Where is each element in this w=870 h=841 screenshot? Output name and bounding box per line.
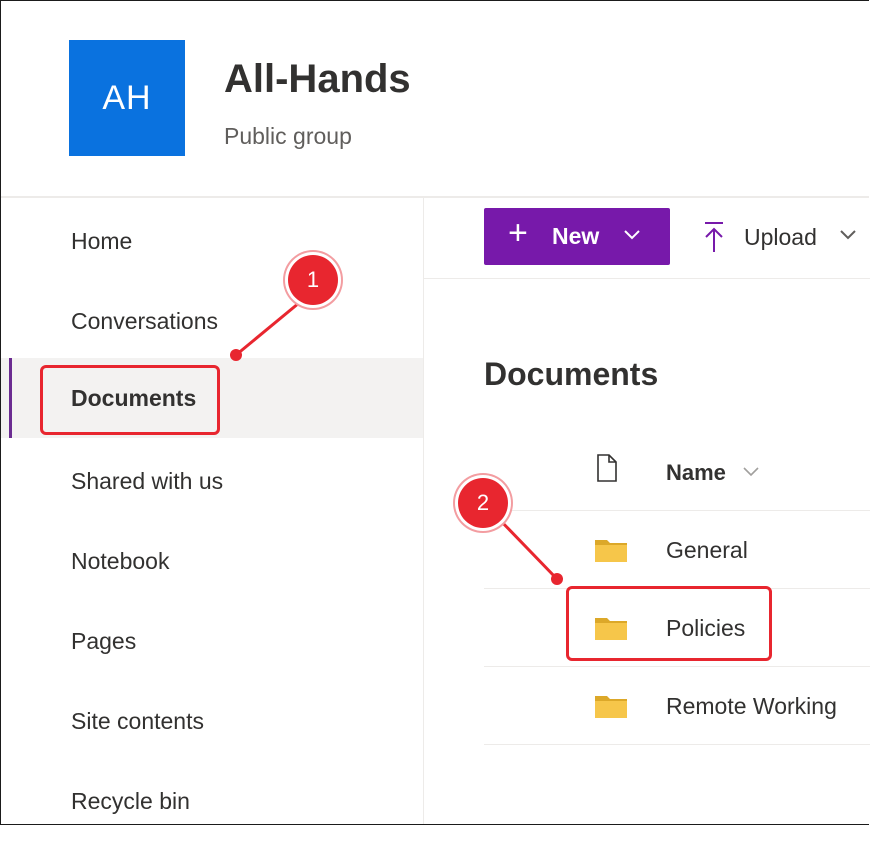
nav-item-label: Shared with us — [71, 467, 224, 494]
upload-icon — [705, 222, 723, 252]
new-button[interactable]: + New — [484, 208, 670, 265]
annotation-pointer-dot — [551, 573, 563, 585]
site-logo[interactable]: AH — [69, 40, 185, 156]
nav-item-conversations[interactable]: Conversations — [1, 281, 423, 361]
nav-item-label: Recycle bin — [71, 787, 190, 814]
site-subtitle: Public group — [224, 123, 352, 149]
step-marker-1: 1 — [288, 255, 338, 305]
highlight-box-documents — [40, 365, 220, 435]
new-button-label: New — [552, 223, 600, 249]
upload-button-label: Upload — [744, 224, 817, 250]
nav-item-label: Site contents — [71, 707, 204, 734]
list-item-name[interactable]: Remote Working — [666, 693, 837, 720]
list-item-name[interactable]: General — [666, 537, 748, 564]
nav-item-label: Conversations — [71, 307, 219, 334]
list-item[interactable]: Remote Working — [484, 667, 870, 745]
folder-icon — [595, 540, 627, 562]
nav-item-shared-with-us[interactable]: Shared with us — [1, 441, 423, 521]
site-header: AH All-Hands Public group — [1, 1, 869, 195]
nav-item-label: Home — [71, 227, 133, 254]
folder-icon — [595, 696, 627, 718]
nav-item-home[interactable]: Home — [1, 201, 423, 281]
annotation-pointer-dot — [230, 349, 242, 361]
left-navigation: Home Conversations Documents Shared with… — [1, 198, 424, 824]
nav-item-pages[interactable]: Pages — [1, 601, 423, 681]
highlight-box-policies — [566, 586, 772, 661]
nav-item-recycle-bin[interactable]: Recycle bin — [1, 761, 423, 841]
column-header-name[interactable]: Name — [666, 460, 726, 486]
nav-item-notebook[interactable]: Notebook — [1, 521, 423, 601]
command-bar: + New Upload — [424, 198, 870, 279]
chevron-down-icon — [624, 230, 640, 240]
file-type-icon[interactable] — [596, 454, 618, 482]
list-header: Name — [484, 432, 870, 511]
site-title[interactable]: All-Hands — [224, 57, 411, 102]
plus-icon: + — [508, 214, 528, 252]
list-item[interactable]: General — [484, 511, 870, 589]
nav-item-site-contents[interactable]: Site contents — [1, 681, 423, 761]
library-title: Documents — [484, 356, 659, 392]
step-marker-2: 2 — [458, 478, 508, 528]
nav-item-label: Pages — [71, 627, 137, 654]
nav-item-label: Notebook — [71, 547, 170, 574]
chevron-down-icon[interactable] — [742, 466, 760, 478]
chevron-down-icon — [840, 230, 856, 240]
